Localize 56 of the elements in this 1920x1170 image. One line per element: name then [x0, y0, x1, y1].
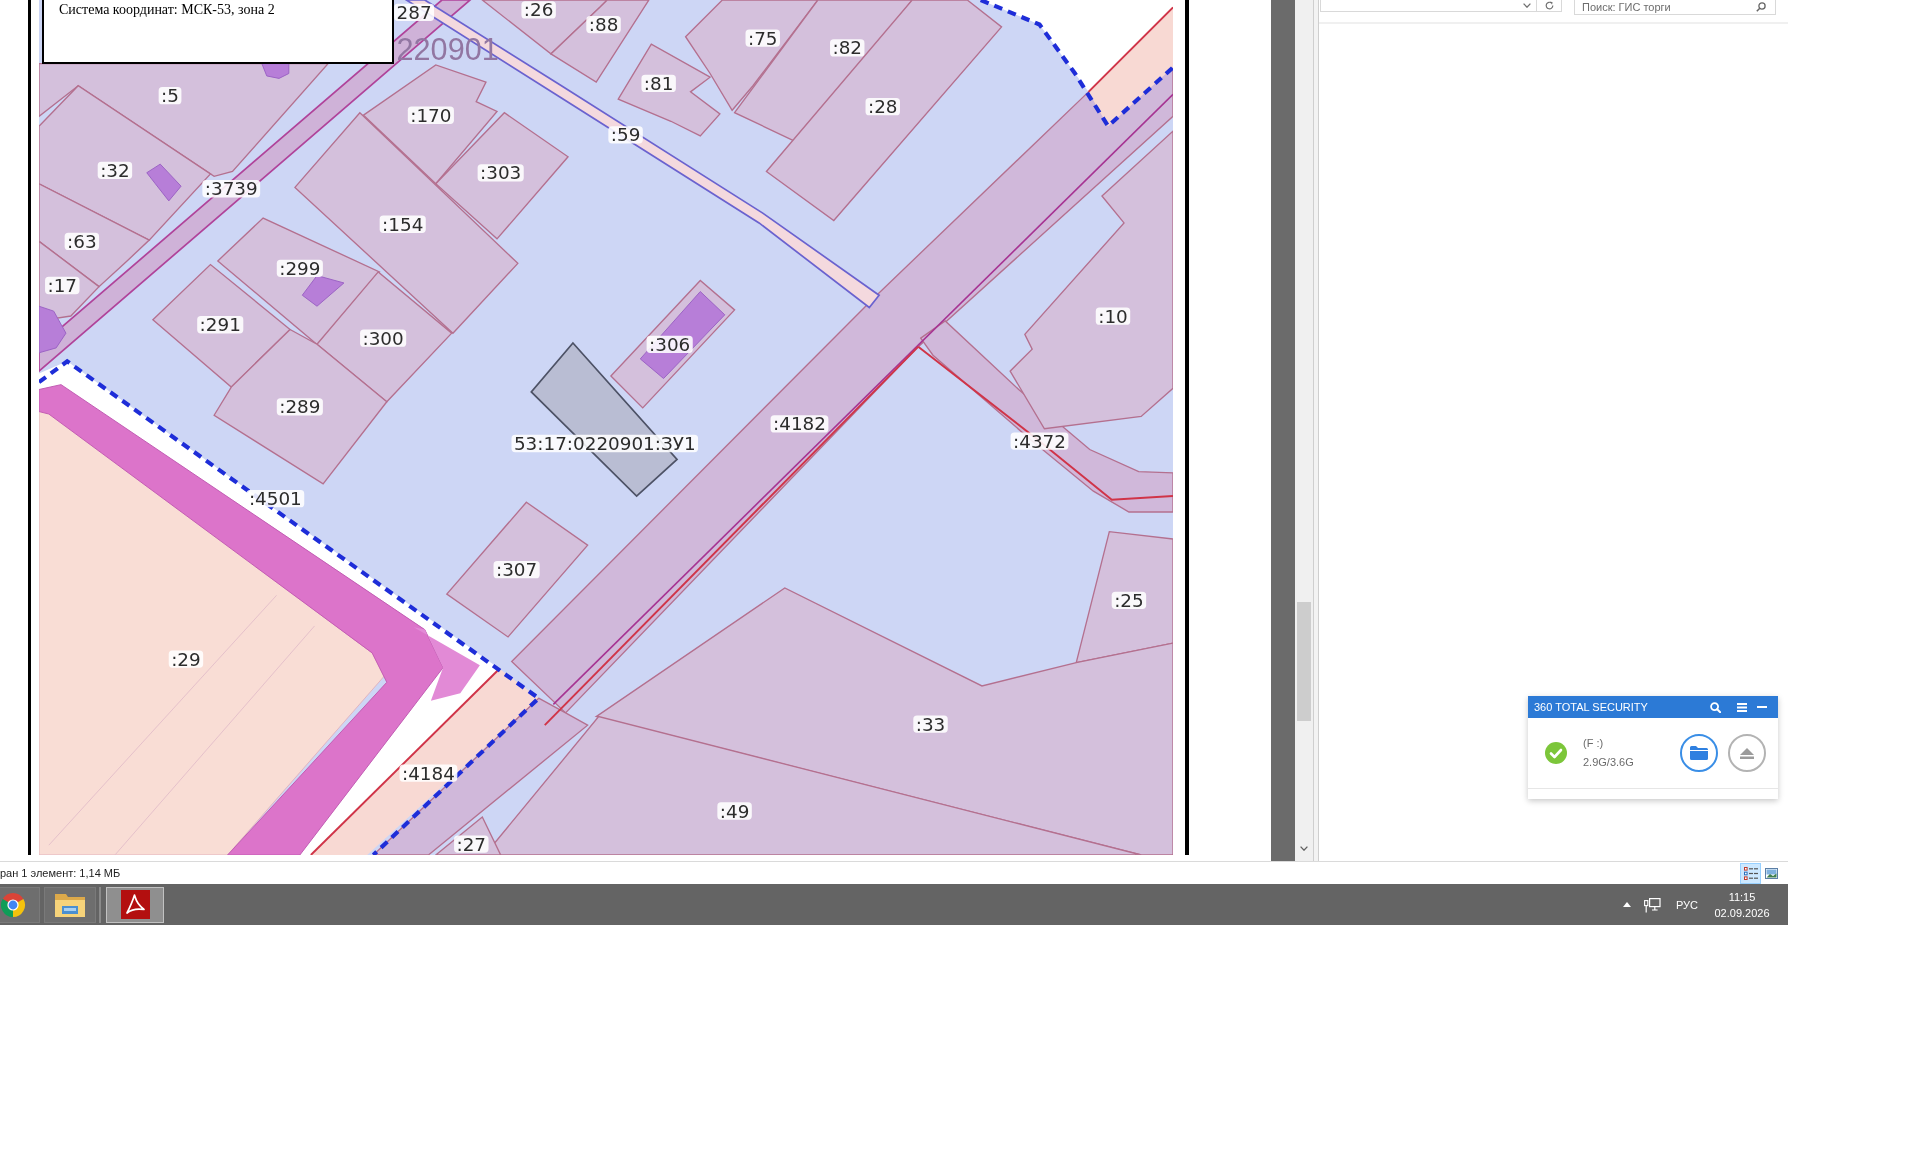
language-indicator[interactable]: РУС [1675, 898, 1698, 911]
caption-text: Система координат: МСК-53, зона 2 [59, 2, 275, 18]
parcel-number: :28 [865, 96, 900, 118]
eject-icon [1740, 747, 1754, 759]
taskbar-button[interactable] [106, 886, 164, 923]
refresh-icon [1544, 1, 1554, 10]
folder-icon [1690, 746, 1708, 760]
parcel-number: :4372 [1010, 430, 1069, 452]
building-footprint [39, 305, 67, 354]
reader-logo-icon [120, 890, 150, 919]
parcel-number: :10 [1095, 305, 1131, 327]
parcel-number: :4501 [246, 488, 305, 510]
taskbar-button[interactable] [0, 886, 40, 923]
parcel-number: :307 [493, 559, 540, 581]
details-view-button[interactable] [1740, 862, 1761, 884]
network-icon[interactable] [1643, 896, 1661, 913]
taskbar-button[interactable] [44, 886, 96, 923]
parcel-number: :33 [913, 713, 948, 735]
widget-title: 360 TOTAL SECURITY [1534, 701, 1648, 713]
menu-icon[interactable] [1737, 702, 1747, 712]
parcel-number: :82 [830, 37, 865, 59]
folder-icon [54, 891, 86, 918]
parcel-number: :27 [454, 833, 489, 855]
chevron-down-icon [1300, 845, 1308, 851]
parcel-number: :3739 [202, 178, 261, 200]
open-folder-button[interactable] [1680, 734, 1718, 772]
building-footprint [301, 275, 345, 307]
clock[interactable]: 11:15 02.09.2026 [1714, 888, 1770, 921]
scrollbar[interactable] [1295, 0, 1313, 861]
parcel-number: :4182 [770, 413, 829, 435]
parcel-number: :289 [276, 396, 323, 418]
scrollbar-thumb[interactable] [1297, 602, 1311, 721]
status-text: ран 1 элемент: 1,14 МБ [0, 867, 121, 879]
drive-label: (F :) [1583, 736, 1605, 751]
parcel-number: :303 [477, 162, 524, 184]
check-icon [1545, 742, 1567, 764]
search-icon[interactable] [1756, 2, 1766, 12]
caret-up-icon[interactable] [1622, 902, 1631, 907]
drive-usage: 2.9G/3.6G [1583, 755, 1634, 770]
browser-icon [0, 891, 26, 918]
parcel-number: :26 [521, 0, 556, 21]
parcel-number: :75 [745, 27, 780, 49]
parcel-number: :29 [168, 648, 204, 670]
building-footprint [146, 163, 182, 202]
image-icon [1765, 867, 1778, 879]
chevron-down-icon[interactable] [1523, 3, 1531, 8]
address-field[interactable] [1320, 0, 1562, 12]
list-icon [1743, 866, 1758, 880]
parcel-number: :59 [608, 124, 643, 146]
search-icon[interactable] [1710, 701, 1721, 713]
search-field[interactable]: Поиск: ГИС торги [1574, 0, 1776, 15]
parcel-number: :4184 [399, 762, 458, 784]
parcel-number: :49 [717, 800, 752, 822]
parcel-number: :291 [197, 314, 244, 336]
thumbnails-view-button[interactable] [1764, 865, 1779, 881]
eject-button[interactable] [1728, 734, 1766, 772]
